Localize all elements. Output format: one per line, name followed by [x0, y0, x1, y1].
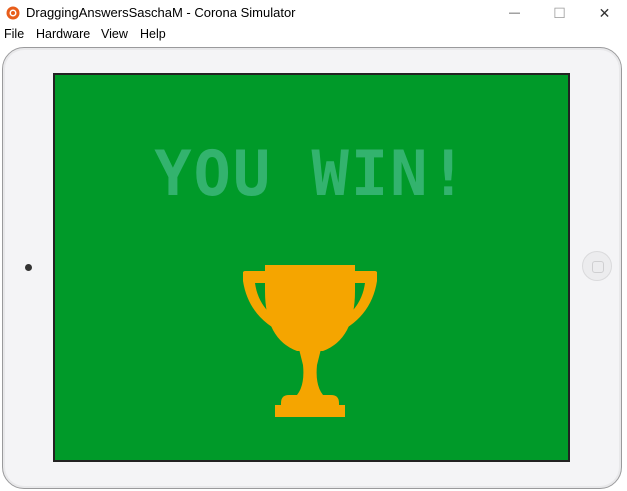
- trophy-icon: [243, 265, 377, 417]
- menu-file[interactable]: File: [4, 27, 24, 41]
- maximize-button[interactable]: ☐: [537, 0, 582, 26]
- menu-help[interactable]: Help: [140, 27, 166, 41]
- menu-bar: File Hardware View Help: [0, 26, 627, 46]
- maximize-icon: ☐: [553, 4, 566, 21]
- close-button[interactable]: ✕: [582, 0, 627, 26]
- camera-dot: [25, 264, 32, 271]
- minimize-icon: —: [509, 7, 520, 19]
- title-bar: DraggingAnswersSaschaM - Corona Simulato…: [0, 0, 627, 26]
- home-button-icon: [592, 261, 604, 273]
- close-icon: ✕: [598, 4, 611, 21]
- app-screen[interactable]: YOU WIN!: [53, 73, 570, 462]
- home-button[interactable]: [582, 251, 612, 281]
- you-win-headline: YOU WIN!: [154, 137, 469, 210]
- menu-hardware[interactable]: Hardware: [36, 27, 90, 41]
- minimize-button[interactable]: —: [492, 0, 537, 26]
- window-title: DraggingAnswersSaschaM - Corona Simulato…: [26, 5, 296, 20]
- menu-view[interactable]: View: [101, 27, 128, 41]
- corona-app-icon: [6, 6, 20, 20]
